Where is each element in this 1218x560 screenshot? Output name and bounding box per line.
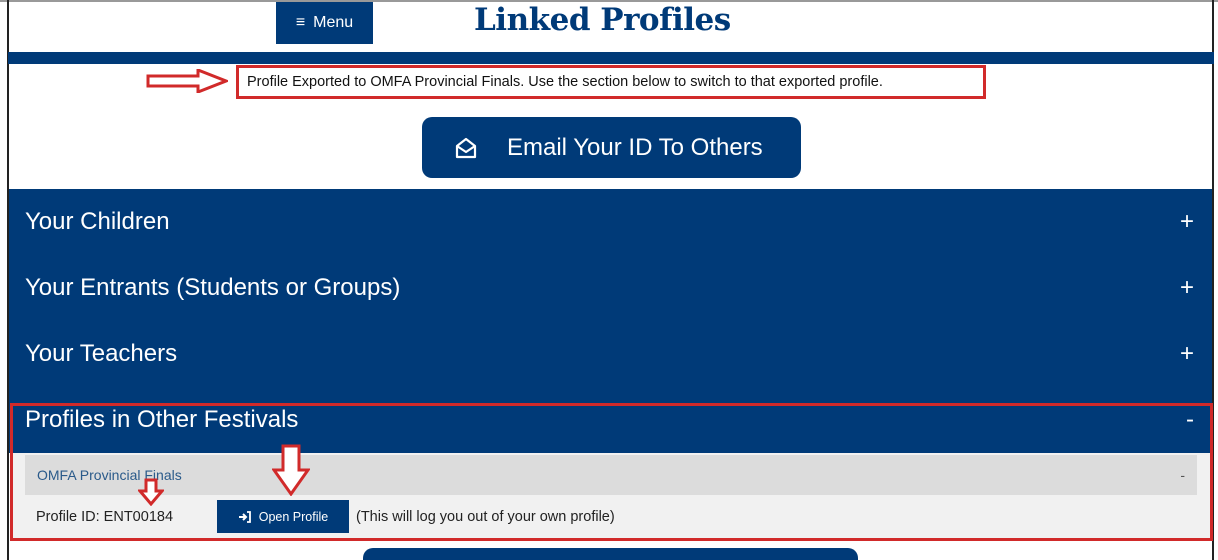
export-notice-text: Profile Exported to OMFA Provincial Fina… bbox=[247, 74, 883, 90]
page-title: Linked Profiles bbox=[474, 2, 731, 38]
annotation-arrow-down-icon bbox=[272, 444, 310, 496]
annotation-highlight-box bbox=[10, 403, 1213, 541]
section-label: Your Children bbox=[25, 208, 170, 235]
expand-icon[interactable]: + bbox=[1180, 340, 1194, 368]
expand-icon[interactable]: + bbox=[1180, 274, 1194, 302]
section-your-children[interactable]: Your Children + bbox=[9, 189, 1212, 255]
expand-icon[interactable]: + bbox=[1180, 208, 1194, 236]
section-your-entrants[interactable]: Your Entrants (Students or Groups) + bbox=[9, 255, 1212, 321]
annotation-arrow-right-icon bbox=[146, 69, 228, 93]
envelope-open-icon bbox=[455, 137, 477, 158]
annotation-arrow-down-icon bbox=[138, 478, 164, 506]
section-your-teachers[interactable]: Your Teachers + bbox=[9, 321, 1212, 387]
hamburger-icon: ≡ bbox=[295, 14, 306, 31]
bottom-action-button[interactable] bbox=[363, 548, 858, 560]
menu-label: Menu bbox=[313, 14, 354, 31]
export-notice: Profile Exported to OMFA Provincial Fina… bbox=[236, 65, 986, 99]
title-underline-bar bbox=[8, 52, 1214, 64]
email-id-button-label: Email Your ID To Others bbox=[507, 133, 763, 161]
section-label: Your Teachers bbox=[25, 340, 178, 367]
section-label: Your Entrants (Students or Groups) bbox=[25, 274, 401, 301]
menu-button[interactable]: ≡ Menu bbox=[276, 2, 373, 44]
email-id-button[interactable]: Email Your ID To Others bbox=[422, 117, 801, 178]
